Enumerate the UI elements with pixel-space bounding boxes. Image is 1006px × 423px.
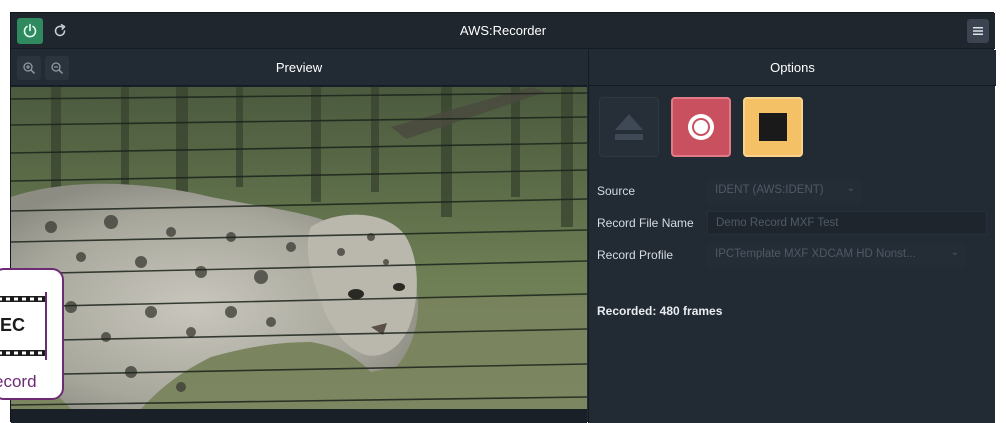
source-row: Source IDENT (AWS:IDENT) ⌄ (589, 179, 996, 205)
record-badge: EC ecord (0, 268, 64, 400)
eject-button[interactable] (599, 97, 659, 157)
badge-text: EC (0, 315, 26, 335)
app-title: AWS:Recorder (459, 23, 547, 38)
record-button[interactable] (671, 97, 731, 157)
preview-pane: Preview (11, 50, 587, 423)
video-frame-image (11, 87, 587, 409)
recorded-status: Recorded: 480 frames (597, 304, 723, 318)
record-file-name-row: Record File Name Demo Record MXF Test (589, 211, 996, 237)
record-profile-select[interactable]: IPCTemplate MXF XDCAM HD Nonst... ⌄ (707, 243, 965, 267)
video-preview (11, 87, 587, 409)
preview-header: Preview (11, 50, 587, 86)
record-icon (688, 114, 714, 140)
hamburger-menu-icon (973, 27, 983, 35)
menu-button[interactable] (967, 19, 989, 43)
options-pane: Options Source IDENT (AWS:IDENT) ⌄ Recor… (588, 50, 996, 423)
preview-title: Preview (275, 60, 323, 75)
chevron-down-icon: ⌄ (846, 183, 855, 194)
options-title: Options (770, 60, 815, 75)
stop-icon (759, 113, 787, 141)
title-bar: AWS:Recorder (11, 13, 995, 49)
options-header: Options (589, 50, 996, 86)
record-file-name-input[interactable]: Demo Record MXF Test (707, 211, 987, 235)
record-profile-value: IPCTemplate MXF XDCAM HD Nonst... (715, 248, 916, 260)
record-profile-label: Record Profile (597, 248, 674, 262)
chevron-down-icon: ⌄ (950, 247, 959, 258)
record-profile-row: Record Profile IPCTemplate MXF XDCAM HD … (589, 243, 996, 269)
stop-button[interactable] (743, 97, 803, 157)
eject-icon (615, 114, 643, 140)
source-label: Source (597, 184, 636, 198)
recorder-window: AWS:Recorder Preview Options Source IDEN… (10, 12, 996, 423)
record-file-name-value: Demo Record MXF Test (716, 217, 839, 229)
source-value: IDENT (AWS:IDENT) (715, 184, 824, 196)
source-select[interactable]: IDENT (AWS:IDENT) ⌄ (707, 179, 861, 203)
badge-caption: ecord (0, 372, 37, 391)
record-file-name-label: Record File Name (597, 216, 694, 230)
